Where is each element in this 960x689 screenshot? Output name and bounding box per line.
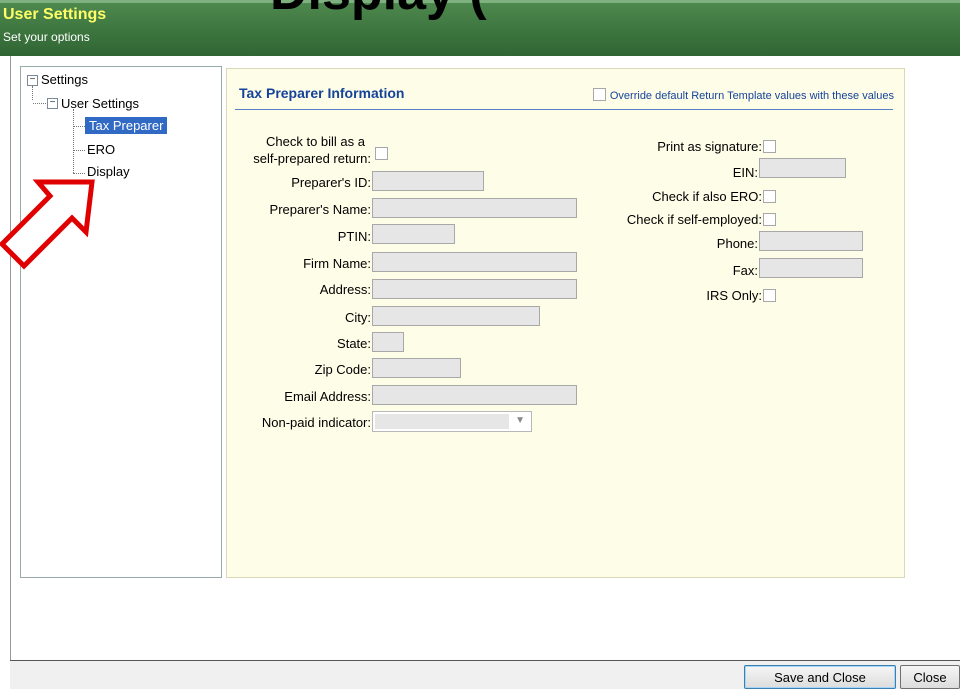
bill-self-checkbox[interactable] — [375, 147, 388, 160]
address-label: Address: — [319, 282, 371, 297]
phone-input[interactable] — [759, 231, 863, 251]
settings-tree[interactable]: − Settings − User Settings Tax Preparer … — [20, 66, 222, 578]
state-label: State: — [337, 336, 371, 351]
irs-only-checkbox[interactable] — [763, 289, 776, 302]
ptin-label: PTIN: — [337, 229, 371, 244]
irs-only-label: IRS Only: — [706, 288, 762, 303]
bill-self-label-2: self-prepared return: — [253, 151, 371, 166]
city-input[interactable] — [372, 306, 540, 326]
preparer-id-label: Preparer's ID: — [291, 175, 371, 190]
app-title: User Settings — [3, 6, 107, 23]
chevron-down-icon[interactable]: ▼ — [515, 415, 525, 426]
also-ero-label: Check if also ERO: — [652, 189, 762, 204]
close-button[interactable]: Close — [900, 665, 960, 689]
collapse-group-icon[interactable]: − — [47, 98, 58, 109]
overlay-caption-text: Display ( — [270, 0, 487, 22]
ptin-input[interactable] — [372, 224, 455, 244]
city-label: City: — [345, 310, 371, 325]
tree-node-ero[interactable]: ERO — [87, 142, 115, 157]
preparer-name-label: Preparer's Name: — [269, 202, 371, 217]
bill-self-label-1: Check to bill as a — [266, 134, 365, 149]
email-address-input[interactable] — [372, 385, 577, 405]
tax-preparer-form: Tax Preparer Information Override defaul… — [226, 68, 905, 578]
phone-label: Phone: — [716, 236, 758, 251]
section-title: Tax Preparer Information — [239, 85, 405, 101]
ein-label: EIN: — [732, 165, 758, 180]
firm-name-input[interactable] — [372, 252, 577, 272]
non-paid-indicator-select[interactable]: ▼ — [372, 411, 532, 432]
save-and-close-button[interactable]: Save and Close — [744, 665, 896, 689]
print-signature-label: Print as signature: — [657, 139, 762, 154]
ein-input[interactable] — [759, 158, 846, 178]
preparer-name-input[interactable] — [372, 198, 577, 218]
app-subtitle: Set your options — [3, 30, 90, 44]
red-arrow-annotation-icon — [0, 179, 95, 270]
print-signature-checkbox[interactable] — [763, 140, 776, 153]
firm-name-label: Firm Name: — [303, 256, 371, 271]
override-label: Override default Return Template values … — [609, 90, 894, 102]
state-input[interactable] — [372, 332, 404, 352]
zip-code-label: Zip Code: — [314, 362, 371, 377]
fax-label: Fax: — [732, 263, 758, 278]
fax-input[interactable] — [759, 258, 863, 278]
self-employed-label: Check if self-employed: — [626, 212, 762, 227]
preparer-id-input[interactable] — [372, 171, 484, 191]
address-input[interactable] — [372, 279, 577, 299]
section-divider — [235, 109, 893, 110]
zip-code-input[interactable] — [372, 358, 461, 378]
collapse-root-icon[interactable]: − — [27, 75, 38, 86]
non-paid-indicator-label: Non-paid indicator: — [261, 415, 371, 430]
override-option[interactable]: Override default Return Template values … — [592, 88, 894, 102]
tree-node-tax-preparer[interactable]: Tax Preparer — [85, 117, 168, 134]
also-ero-checkbox[interactable] — [763, 190, 776, 203]
email-address-label: Email Address: — [284, 389, 371, 404]
override-checkbox[interactable] — [592, 88, 606, 101]
tree-node-settings[interactable]: Settings — [41, 72, 88, 87]
self-employed-checkbox[interactable] — [763, 213, 776, 226]
